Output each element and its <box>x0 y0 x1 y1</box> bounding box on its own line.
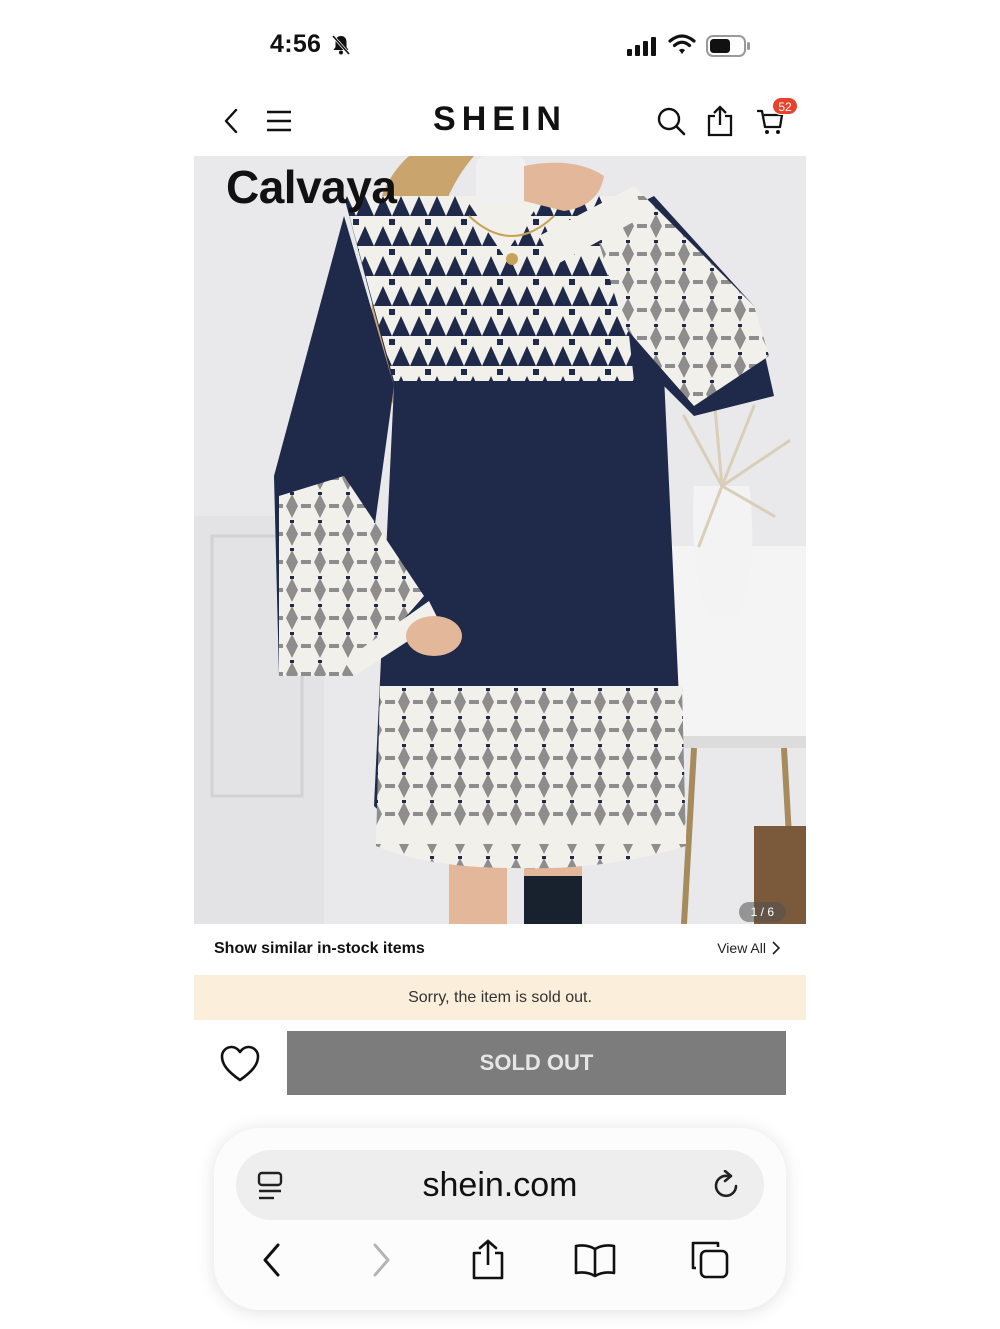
battery-icon <box>706 35 750 57</box>
browser-share-icon[interactable] <box>466 1238 510 1282</box>
tabs-icon[interactable] <box>688 1238 732 1282</box>
similar-items-title: Show similar in-stock items <box>214 940 425 957</box>
view-all-label: View All <box>717 940 766 956</box>
reload-icon[interactable] <box>712 1170 742 1202</box>
similar-items-row: Show similar in-stock items View All <box>194 930 806 968</box>
browser-forward-icon <box>359 1238 403 1282</box>
sold-out-notice: Sorry, the item is sold out. <box>194 975 806 1020</box>
heart-icon[interactable] <box>219 1044 261 1084</box>
url-text: shein.com <box>422 1166 578 1204</box>
share-icon[interactable] <box>703 104 737 138</box>
sold-out-button[interactable]: SOLD OUT <box>287 1031 786 1095</box>
wifi-icon <box>668 34 696 54</box>
status-time: 4:56 <box>270 30 322 58</box>
chevron-right-icon <box>772 941 780 955</box>
search-icon[interactable] <box>654 104 688 138</box>
address-bar[interactable]: shein.com <box>236 1150 764 1220</box>
status-bar: 4:56 <box>194 22 806 70</box>
browser-toolbar: shein.com <box>214 1128 786 1310</box>
phone-screen: 4:56 SHEIN 52 Calvaya 1 / 6 Show similar… <box>194 0 806 1329</box>
cart-count-badge: 52 <box>772 97 798 115</box>
image-counter: 1 / 6 <box>738 902 786 922</box>
view-all-link[interactable]: View All <box>717 940 780 956</box>
browser-back-icon[interactable] <box>250 1238 294 1282</box>
bell-muted-icon <box>331 35 351 55</box>
app-header: SHEIN <box>194 92 806 152</box>
bookmarks-icon[interactable] <box>573 1238 617 1282</box>
product-image[interactable]: Calvaya 1 / 6 <box>194 156 806 924</box>
product-brand-label: Calvaya <box>226 161 397 213</box>
product-photo <box>194 156 806 924</box>
cellular-signal-icon <box>627 37 656 56</box>
